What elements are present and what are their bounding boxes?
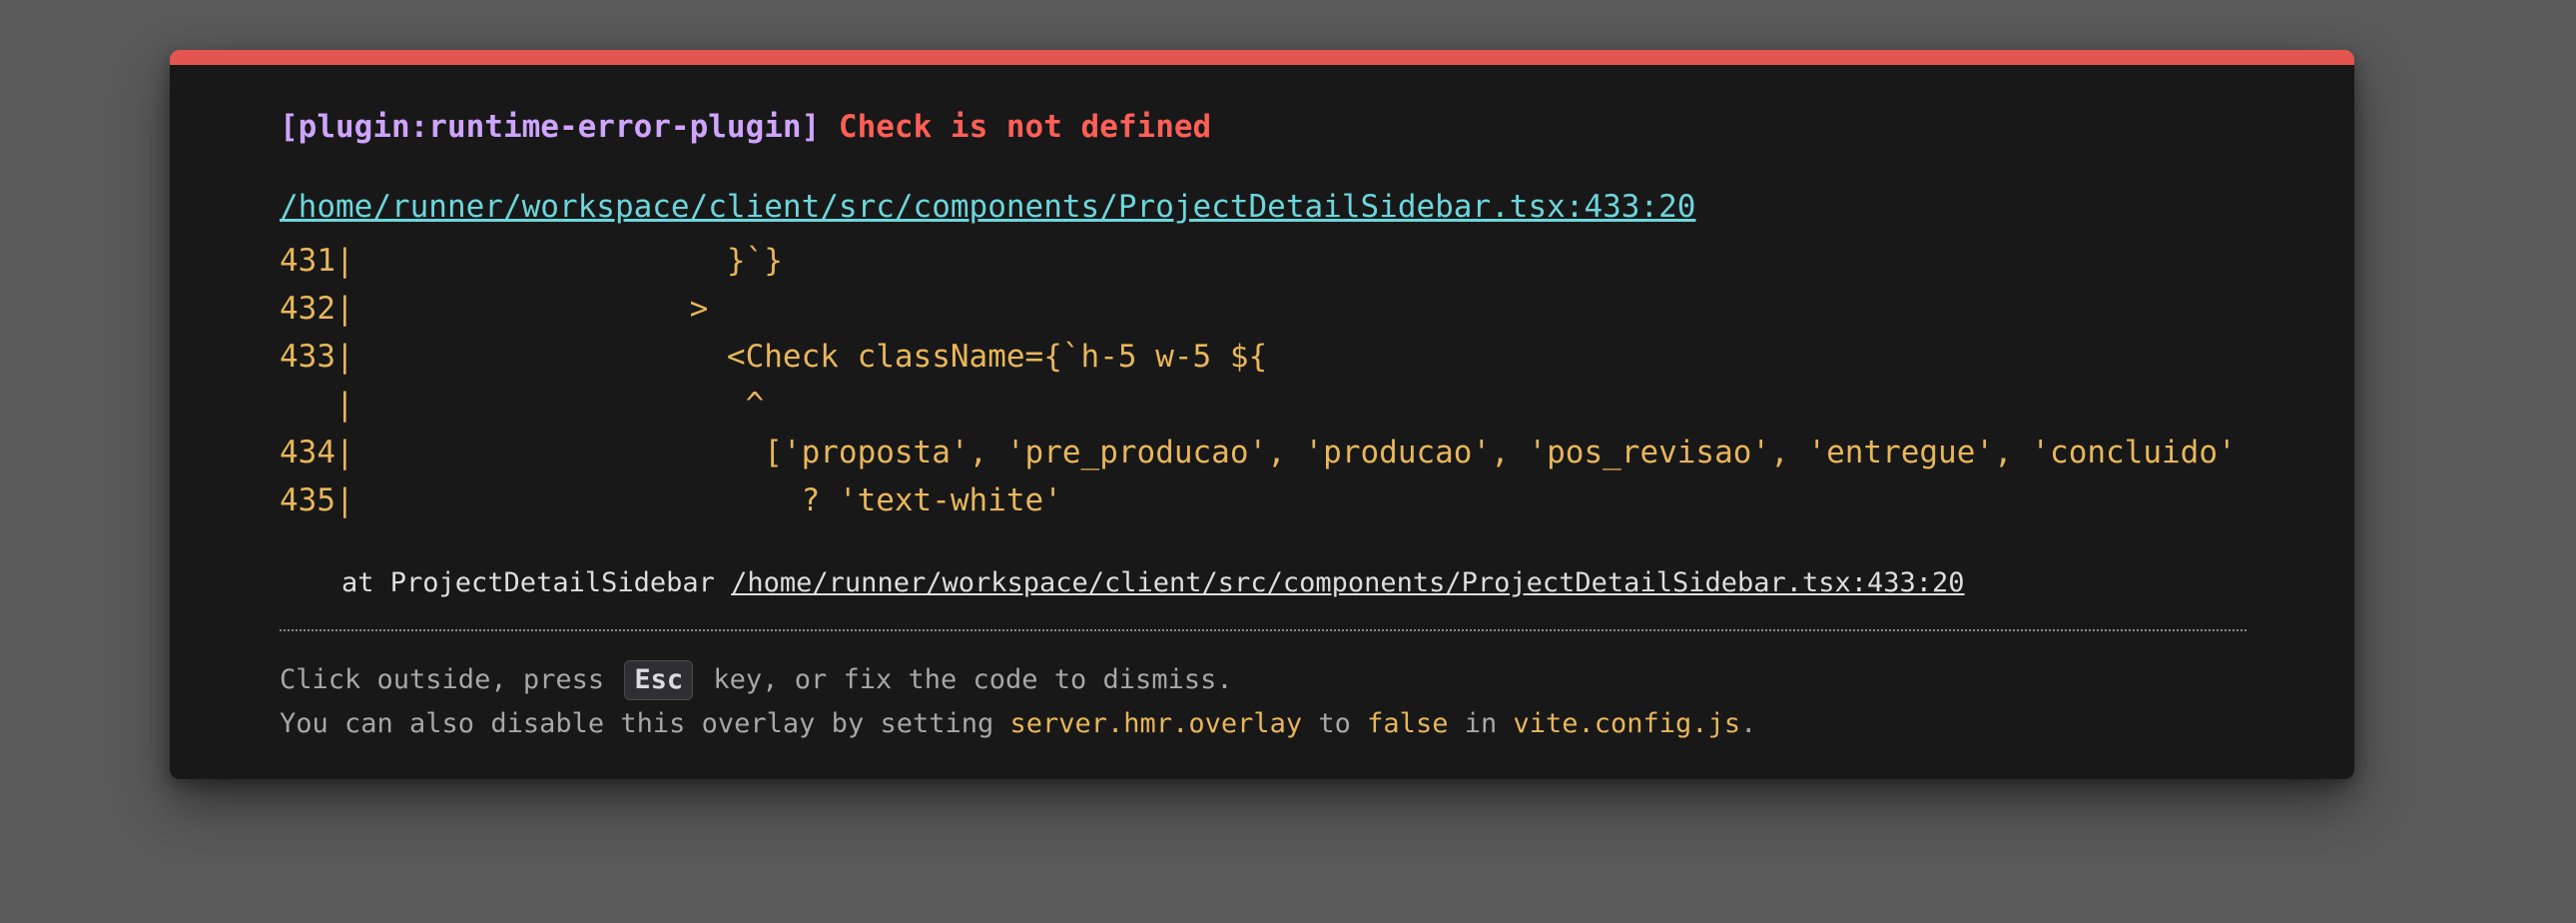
code-frame-line: 434| ['proposta', 'pre_producao', 'produ… bbox=[280, 435, 2237, 470]
code-frame-line: 432| > bbox=[280, 291, 709, 327]
code-frame-line: 431| }`} bbox=[280, 243, 783, 279]
to-text: to bbox=[1318, 708, 1351, 739]
plugin-label: [plugin:runtime-error-plugin] bbox=[280, 109, 821, 145]
code-frame: 431| }`} 432| > 433| <Check className={`… bbox=[280, 237, 2247, 524]
divider bbox=[280, 629, 2247, 631]
code-frame-line: 433| <Check className={`h-5 w-5 ${ bbox=[280, 339, 1268, 375]
dismiss-tip-prefix: Click outside, press bbox=[280, 664, 605, 695]
dismiss-tip: Click outside, press Esc key, or fix the… bbox=[280, 660, 1233, 700]
error-file-link[interactable]: /home/runner/workspace/client/src/compon… bbox=[280, 189, 1695, 225]
code-frame-line: 435| ? 'text-white' bbox=[280, 482, 1062, 518]
error-overlay-window: [plugin:runtime-error-plugin] Check is n… bbox=[170, 50, 2354, 779]
esc-key-badge: Esc bbox=[624, 660, 694, 700]
disable-overlay-tip: You can also disable this overlay by set… bbox=[280, 708, 1756, 739]
error-header: [plugin:runtime-error-plugin] Check is n… bbox=[280, 109, 1211, 145]
error-message: Check is not defined bbox=[838, 109, 1212, 145]
code-frame-caret-line: | ^ bbox=[280, 387, 765, 423]
setting-value: false bbox=[1367, 708, 1449, 739]
stack-trace: at ProjectDetailSidebar /home/runner/wor… bbox=[341, 567, 1965, 598]
in-text: in bbox=[1464, 708, 1498, 739]
period-text: . bbox=[1740, 708, 1757, 739]
stack-file-link[interactable]: /home/runner/workspace/client/src/compon… bbox=[731, 567, 1964, 598]
stack-prefix: at ProjectDetailSidebar bbox=[341, 567, 715, 598]
disable-tip-prefix: You can also disable this overlay by set… bbox=[280, 708, 994, 739]
setting-name: server.hmr.overlay bbox=[1009, 708, 1303, 739]
config-file-name: vite.config.js bbox=[1513, 708, 1741, 739]
dismiss-tip-suffix: key, or fix the code to dismiss. bbox=[713, 664, 1233, 695]
